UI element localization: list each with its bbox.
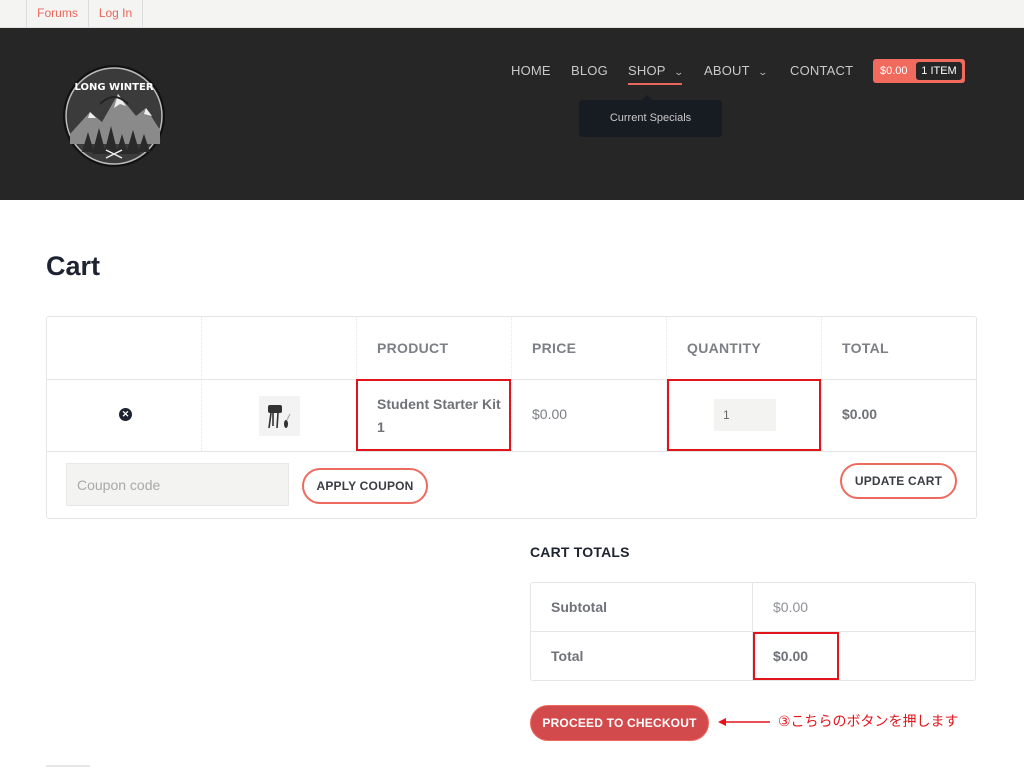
header-quantity: QUANTITY: [667, 317, 822, 380]
nav-about-label: ABOUT: [704, 63, 750, 78]
arrow-left-icon: [718, 718, 770, 726]
table-row-thumbnail-cell: [202, 380, 357, 451]
product-total: $0.00: [842, 406, 878, 422]
row-divider: [47, 451, 976, 452]
cart-table: PRODUCT PRICE QUANTITY TOTAL ✕ Student S…: [46, 316, 977, 519]
proceed-to-checkout-button[interactable]: PROCEED TO CHECKOUT: [530, 705, 709, 741]
header-product: PRODUCT: [357, 317, 512, 380]
header-price: PRICE: [512, 317, 667, 380]
long-winter-logo[interactable]: LONG WINTER: [62, 64, 166, 168]
remove-item-icon[interactable]: ✕: [119, 408, 132, 421]
nav-blog-label: BLOG: [571, 63, 608, 78]
chevron-down-icon: ⌄: [673, 67, 684, 77]
shop-dropdown-item-current-specials[interactable]: Current Specials: [579, 95, 722, 137]
row-divider: [531, 631, 975, 632]
subtotal-label: Subtotal: [551, 599, 607, 615]
total-value: $0.00: [773, 648, 809, 664]
nav-home-label: HOME: [511, 63, 551, 78]
total-label: Total: [551, 648, 584, 664]
highlight-quantity: [667, 379, 821, 451]
cart-totals-title: CART TOTALS: [530, 544, 630, 560]
product-thumbnail[interactable]: [259, 396, 300, 436]
nav-blog[interactable]: BLOG: [571, 63, 608, 78]
annotation-text: ③こちらのボタンを押します: [778, 714, 959, 730]
coupon-code-input[interactable]: [66, 463, 289, 506]
active-nav-underline: [628, 83, 682, 85]
page-title: Cart: [46, 251, 101, 281]
nav-contact-label: CONTACT: [790, 63, 854, 78]
header-total: TOTAL: [842, 340, 889, 356]
highlight-product: [356, 379, 511, 451]
table-row-total-cell: $0.00: [822, 380, 976, 451]
logo-text: LONG WINTER: [74, 82, 153, 93]
table-row-price-cell: $0.00: [512, 380, 667, 451]
site-header: LONG WINTER HOME BLOG SHOP ⌄ ABOUT ⌄ CONTA…: [0, 28, 1024, 200]
chevron-down-icon: ⌄: [757, 67, 769, 77]
table-row-remove-cell: ✕: [47, 380, 202, 451]
subtotal-value: $0.00: [773, 599, 809, 615]
login-link[interactable]: Log In: [88, 0, 143, 28]
product-price: $0.00: [532, 406, 568, 422]
header-remove: [47, 317, 202, 380]
forums-link[interactable]: Forums: [26, 0, 88, 28]
footer-divider: [46, 765, 90, 767]
nav-about[interactable]: ABOUT ⌄: [704, 63, 769, 78]
header-cart-price: $0.00: [880, 65, 908, 77]
update-cart-button[interactable]: UPDATE CART: [840, 463, 957, 499]
apply-coupon-button[interactable]: APPLY COUPON: [302, 468, 428, 504]
cart-totals-table: Subtotal $0.00 Total $0.00: [530, 582, 976, 681]
header-thumbnail: [202, 317, 357, 380]
header-cart-button[interactable]: $0.00 1 ITEM: [873, 59, 965, 83]
nav-shop-label: SHOP: [628, 63, 666, 78]
nav-contact[interactable]: CONTACT: [790, 63, 853, 78]
header-cart-count: 1 ITEM: [916, 62, 962, 80]
nav-shop[interactable]: SHOP ⌄: [628, 63, 684, 78]
top-bar: Forums Log In: [0, 0, 1024, 28]
nav-home[interactable]: HOME: [511, 63, 551, 78]
